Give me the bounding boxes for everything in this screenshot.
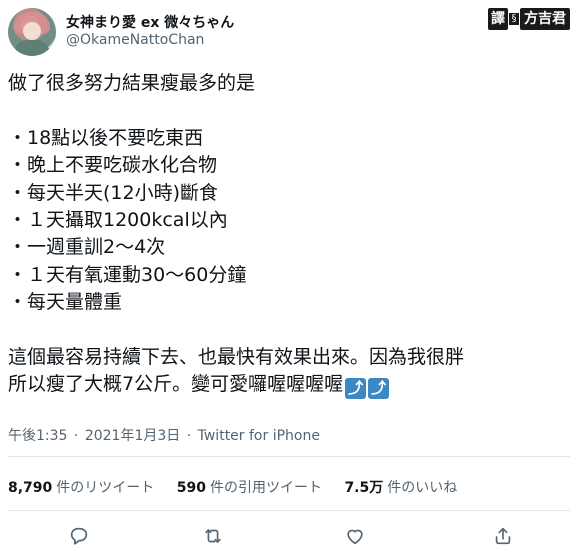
- tweet-meta: 午後1:35 · 2021年1月3日 · Twitter for iPhone: [8, 425, 320, 445]
- tweet-line: ・晚上不要吃碳水化合物: [8, 154, 218, 177]
- retweet-count-number: 8,790: [8, 480, 53, 496]
- avatar-body: [14, 40, 50, 56]
- tweet-line-text: 所以瘦了大概7公斤。變可愛囉喔喔喔喔: [8, 373, 344, 396]
- tweet-actions: [0, 520, 578, 550]
- up-arrow-emoji-icon: ⤴: [368, 378, 390, 400]
- like-count[interactable]: 7.5万 件のいいね: [344, 477, 457, 497]
- meta-separator: ·: [73, 428, 79, 444]
- display-name[interactable]: 女神まり愛 ex 微々ちゃん: [66, 12, 234, 32]
- tweet-line: ・１天有氧運動30～60分鐘: [8, 263, 247, 286]
- tweet-line: ・１天攝取1200kcal以內: [8, 208, 228, 231]
- watermark-left: 譯: [488, 8, 508, 30]
- tweet-line: ・18點以後不要吃東西: [8, 126, 204, 149]
- tweet-line: ・每天半天(12小時)斷食: [8, 181, 219, 204]
- like-count-label: 件のいいね: [387, 480, 458, 496]
- like-icon[interactable]: [343, 524, 367, 548]
- tweet-date[interactable]: 2021年1月3日: [85, 428, 180, 444]
- tweet-line: ・一週重訓2～4次: [8, 236, 166, 259]
- divider: [8, 510, 570, 511]
- tweet-source[interactable]: Twitter for iPhone: [198, 428, 320, 444]
- meta-separator: ·: [186, 428, 192, 444]
- quote-count-label: 件の引用ツイート: [209, 480, 322, 496]
- reply-icon[interactable]: [67, 524, 91, 548]
- avatar-face: [23, 22, 41, 40]
- watermark-dot: §: [509, 13, 519, 25]
- tweet-stats: 8,790 件のリツイート 590 件の引用ツイート 7.5万 件のいいね: [8, 477, 475, 497]
- up-arrow-emoji-icon: ⤴: [345, 378, 367, 400]
- retweet-count[interactable]: 8,790 件のリツイート: [8, 477, 154, 497]
- tweet-line: 做了很多努力結果瘦最多的是: [8, 72, 256, 94]
- watermark-right: 方吉君: [520, 8, 570, 30]
- user-handle[interactable]: @OkameNattoChan: [66, 32, 204, 48]
- retweet-icon[interactable]: [201, 524, 225, 548]
- tweet-line: ・每天量體重: [8, 291, 123, 314]
- share-icon[interactable]: [491, 524, 515, 548]
- quote-count[interactable]: 590 件の引用ツイート: [177, 477, 322, 497]
- tweet-header: 女神まり愛 ex 微々ちゃん @OkameNattoChan 譯 § 方吉君: [0, 0, 578, 62]
- like-count-number: 7.5万: [344, 480, 384, 496]
- watermark: 譯 § 方吉君: [488, 8, 573, 30]
- quote-count-number: 590: [176, 480, 206, 496]
- avatar[interactable]: [8, 8, 56, 56]
- tweet-line: 這個最容易持續下去、也最快有效果出來。因為我很胖: [8, 345, 465, 368]
- tweet-line-last: 所以瘦了大概7公斤。變可愛囉喔喔喔喔 ⤴ ⤴: [8, 371, 568, 400]
- tweet-time[interactable]: 午後1:35: [8, 428, 67, 444]
- tweet-text: 做了很多努力結果瘦最多的是 ・18點以後不要吃東西 ・晚上不要吃碳水化合物 ・每…: [8, 70, 568, 400]
- retweet-count-label: 件のリツイート: [56, 480, 155, 496]
- divider: [8, 456, 570, 457]
